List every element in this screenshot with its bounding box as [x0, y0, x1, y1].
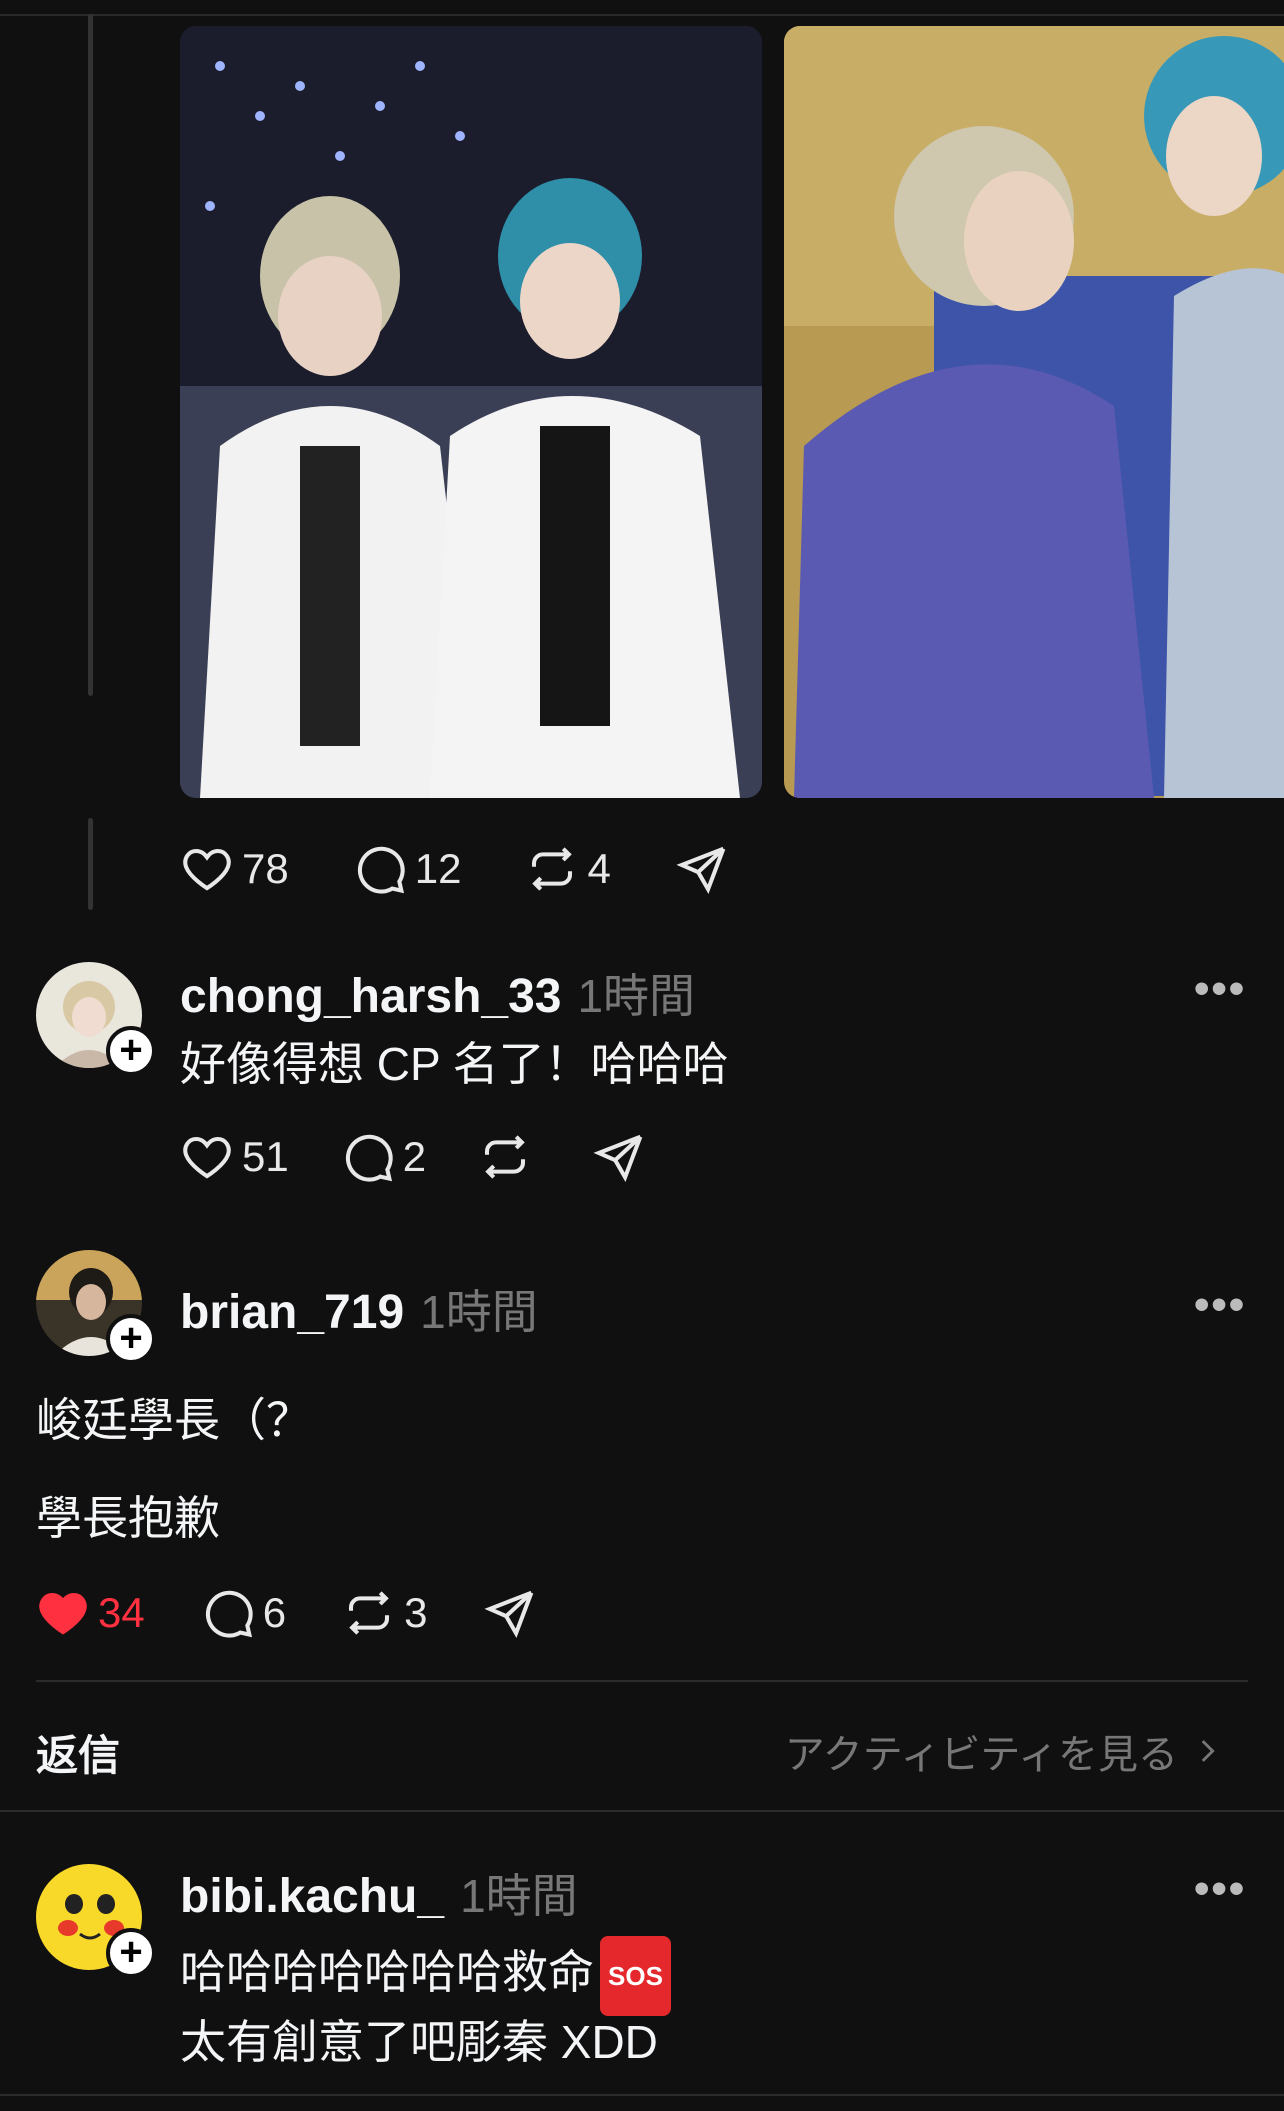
like-button[interactable]: 78 — [180, 842, 289, 896]
top-divider — [0, 0, 1284, 16]
comment-username[interactable]: brian_719 1時間 — [180, 1276, 538, 1342]
reply-button[interactable]: 12 — [353, 842, 462, 896]
share-button[interactable] — [483, 1586, 545, 1640]
username-text[interactable]: bibi.kachu_ — [180, 1870, 444, 1923]
share-icon — [593, 1134, 643, 1182]
heart-icon — [183, 1136, 231, 1179]
follow-plus-icon[interactable]: + — [106, 1928, 156, 1978]
timestamp: 1時間 — [420, 1286, 538, 1338]
repost-button[interactable]: 3 — [342, 1586, 427, 1640]
sos-badge: SOS — [600, 1936, 671, 2016]
reply-text-line: 哈哈哈哈哈哈哈救命 — [180, 1946, 594, 1999]
share-icon — [676, 846, 726, 894]
reply-count: 2 — [402, 1133, 427, 1180]
reply-text-line: 太有創意了吧彫秦 XDD — [180, 2016, 658, 2068]
repost-count: 4 — [587, 845, 611, 892]
heart-icon — [183, 848, 231, 891]
divider — [0, 1810, 1284, 1812]
thread-connector — [88, 14, 93, 696]
like-button[interactable]: 34 — [36, 1586, 145, 1640]
reply-username[interactable]: bibi.kachu_ 1時間 — [180, 1860, 578, 1926]
like-count: 51 — [242, 1133, 289, 1180]
comment-text: 好像得想 CP 名了！哈哈哈 — [180, 1038, 729, 1090]
divider — [0, 2094, 1284, 2096]
timestamp: 1時間 — [460, 1870, 578, 1922]
post-actions: 78 12 4 — [180, 842, 801, 896]
repost-icon — [532, 847, 573, 891]
like-count: 34 — [98, 1589, 145, 1636]
repost-count: 3 — [404, 1589, 428, 1636]
share-icon — [484, 1590, 534, 1638]
comment-text: 峻廷學長（？ — [36, 1394, 312, 1446]
username-text[interactable]: chong_harsh_33 — [180, 970, 561, 1023]
follow-plus-icon[interactable]: + — [106, 1026, 156, 1076]
comment-text: 學長抱歉 — [36, 1492, 220, 1544]
username-text[interactable]: brian_719 — [180, 1286, 404, 1339]
like-count: 78 — [242, 845, 289, 892]
repost-icon — [349, 1591, 390, 1635]
replies-label: 返信 — [36, 1732, 121, 1779]
more-icon[interactable]: ••• — [1194, 1864, 1246, 1914]
post-photo-2[interactable] — [784, 26, 1284, 798]
more-icon[interactable]: ••• — [1194, 1280, 1246, 1330]
timestamp: 1時間 — [577, 970, 696, 1022]
divider — [36, 1680, 1248, 1682]
comment-username[interactable]: chong_harsh_33 1時間 — [180, 960, 695, 1026]
repost-icon — [485, 1135, 526, 1179]
post-photo-1[interactable] — [180, 26, 762, 798]
repost-button[interactable] — [478, 1130, 540, 1184]
reply-count: 12 — [414, 845, 462, 892]
share-button[interactable] — [675, 842, 737, 896]
follow-plus-icon[interactable]: + — [106, 1314, 156, 1364]
comment-icon — [357, 846, 405, 894]
more-icon[interactable]: ••• — [1194, 964, 1246, 1014]
share-button[interactable] — [592, 1130, 654, 1184]
reply-text: 哈哈哈哈哈哈哈救命 SOS — [180, 1936, 671, 2016]
view-activity-label: アクティビティを見る — [784, 1733, 1178, 1777]
thread-connector — [88, 818, 93, 910]
comment-icon — [345, 1134, 393, 1182]
chevron-right-icon — [1201, 1740, 1215, 1762]
comment-actions: 34 6 3 — [36, 1586, 609, 1640]
reply-button[interactable]: 6 — [201, 1586, 286, 1640]
heart-icon — [39, 1592, 87, 1635]
repost-button[interactable]: 4 — [525, 842, 611, 896]
comment-actions: 51 2 — [180, 1130, 718, 1184]
reply-button[interactable]: 2 — [341, 1130, 426, 1184]
reply-count: 6 — [262, 1589, 287, 1636]
comment-icon — [205, 1590, 253, 1638]
like-button[interactable]: 51 — [180, 1130, 289, 1184]
view-activity-link[interactable]: アクティビティを見る — [785, 1722, 1224, 1780]
